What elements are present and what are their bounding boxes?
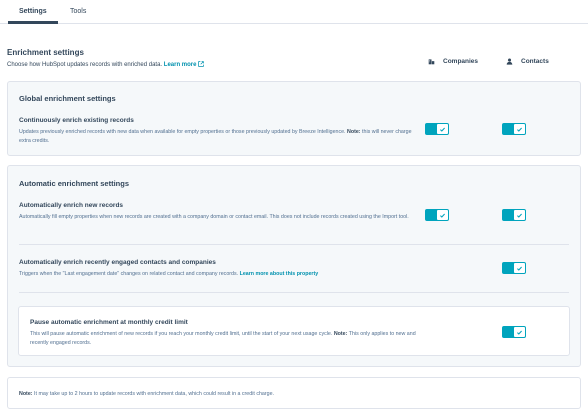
- engaged-desc-text: Triggers when the "Last engagement date"…: [19, 271, 239, 277]
- learn-more-link[interactable]: Learn more: [163, 61, 205, 68]
- check-icon: [440, 213, 445, 218]
- person-icon: [506, 58, 513, 65]
- pause-desc-line1: This will pause automatic enrichment of …: [30, 331, 333, 337]
- pause-enrichment-description: This will pause automatic enrichment of …: [30, 330, 420, 347]
- continuous-desc-line1: Updates previously enriched records with…: [19, 129, 346, 135]
- tab-tools[interactable]: Tools: [70, 8, 86, 15]
- global-enrichment-card: Global enrichment settings Continuously …: [7, 81, 581, 156]
- enrich-engaged-description: Triggers when the "Last engagement date"…: [19, 270, 318, 279]
- toggle-knob: [514, 327, 525, 337]
- check-icon: [517, 213, 522, 218]
- contacts-label: Contacts: [521, 58, 549, 65]
- global-enrichment-title: Global enrichment settings: [19, 94, 116, 103]
- toggle-knob: [514, 210, 525, 220]
- check-icon: [517, 330, 522, 335]
- check-icon: [517, 266, 522, 271]
- pause-desc-line1-end: This only: [348, 331, 370, 337]
- external-link-icon: [198, 61, 205, 67]
- continuous-enrich-companies-toggle[interactable]: [425, 123, 449, 135]
- footer-note-text: It may take up to 2 hours to update reco…: [34, 391, 274, 397]
- new-records-desc-line2: using the Import tool.: [359, 214, 409, 220]
- learn-more-property-link[interactable]: Learn more about this property: [240, 271, 319, 277]
- pause-enrichment-title: Pause automatic enrichment at monthly cr…: [30, 319, 188, 326]
- learn-more-label: Learn more: [163, 62, 197, 68]
- enrich-new-records-title: Automatically enrich new records: [19, 202, 124, 209]
- enrich-new-records-companies-toggle[interactable]: [425, 209, 449, 221]
- enrich-new-records-description: Automatically fill empty properties when…: [19, 213, 419, 222]
- tab-bar: Settings Tools: [0, 0, 588, 24]
- page-title: Enrichment settings: [7, 48, 84, 57]
- continuous-desc-line1-end: this: [362, 129, 371, 135]
- building-icon: [428, 59, 435, 65]
- footer-note: Note: It may take up to 2 hours to updat…: [19, 391, 274, 397]
- pause-enrichment-card: Pause automatic enrichment at monthly cr…: [18, 306, 570, 356]
- toggle-knob: [437, 124, 448, 134]
- footer-note-card: Note: It may take up to 2 hours to updat…: [7, 377, 581, 409]
- toggle-knob: [514, 124, 525, 134]
- toggle-knob: [514, 263, 525, 273]
- pause-note-label: Note:: [333, 331, 348, 337]
- page-description: Choose how HubSpot updates records with …: [7, 61, 205, 68]
- footer-note-label: Note:: [19, 391, 33, 397]
- new-records-desc-line1: Automatically fill empty properties when…: [19, 214, 358, 220]
- section-divider: [19, 292, 569, 293]
- section-divider: [19, 244, 569, 245]
- page-description-text: Choose how HubSpot updates records with …: [7, 62, 163, 68]
- automatic-enrichment-card: Automatic enrichment settings Automatica…: [7, 165, 581, 367]
- automatic-enrichment-title: Automatic enrichment settings: [19, 179, 130, 188]
- enrich-engaged-title: Automatically enrich recently engaged co…: [19, 259, 216, 266]
- pause-enrichment-contacts-toggle[interactable]: [502, 326, 526, 338]
- check-icon: [440, 127, 445, 132]
- toggle-knob: [437, 210, 448, 220]
- companies-label: Companies: [443, 58, 479, 65]
- enrich-new-records-contacts-toggle[interactable]: [502, 209, 526, 221]
- continuous-enrich-title: Continuously enrich existing records: [19, 117, 134, 124]
- contacts-column-header: Contacts: [506, 58, 549, 65]
- continuous-note-label: Note:: [347, 129, 361, 135]
- continuous-enrich-description: Updates previously enriched records with…: [19, 128, 419, 145]
- companies-column-header: Companies: [428, 58, 478, 65]
- continuous-enrich-contacts-toggle[interactable]: [502, 123, 526, 135]
- check-icon: [517, 127, 522, 132]
- tab-settings[interactable]: Settings: [19, 8, 47, 15]
- active-tab-indicator: [8, 21, 58, 24]
- enrich-engaged-contacts-toggle[interactable]: [502, 262, 526, 274]
